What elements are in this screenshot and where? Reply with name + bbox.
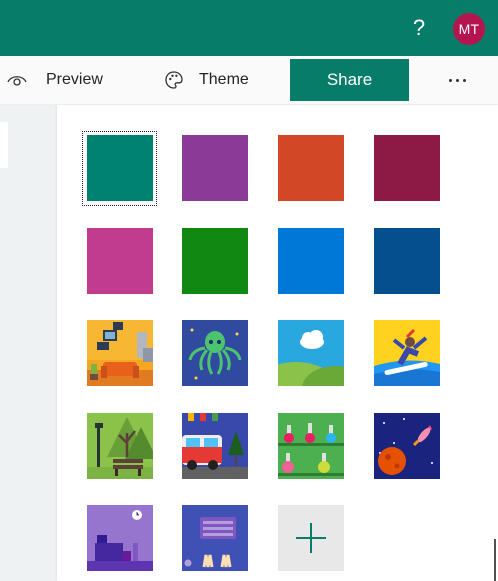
preview-label: Preview — [46, 71, 103, 88]
forest-park-image — [87, 413, 153, 479]
theme-image-forest-park[interactable] — [87, 413, 153, 479]
space-rocket-image — [374, 413, 440, 479]
laboratory-flasks-image — [278, 413, 344, 479]
theme-image-snowboarder[interactable] — [374, 320, 440, 386]
form-canvas-background — [0, 105, 57, 581]
theme-color-magenta[interactable] — [87, 228, 153, 294]
form-card-edge — [0, 122, 8, 168]
theme-color-teal[interactable] — [87, 135, 153, 201]
theme-image-camper-van[interactable] — [182, 413, 248, 479]
user-avatar[interactable]: MT — [453, 13, 485, 45]
octopus-image — [182, 320, 248, 386]
theme-color-navy[interactable] — [374, 228, 440, 294]
theme-image-cloud-landscape[interactable] — [278, 320, 344, 386]
theme-image-living-room[interactable] — [87, 320, 153, 386]
living-room-image — [87, 320, 153, 386]
preview-button[interactable]: Preview — [6, 56, 103, 104]
panel-scrollbar[interactable] — [494, 539, 496, 581]
theme-color-green[interactable] — [182, 228, 248, 294]
theme-image-keyboard[interactable] — [182, 505, 248, 571]
study-desk-image — [87, 505, 153, 571]
theme-image-space-rocket[interactable] — [374, 413, 440, 479]
command-bar: Preview Theme Share — [0, 56, 498, 105]
dot — [448, 78, 452, 82]
more-options-icon[interactable] — [442, 65, 472, 95]
theme-color-purple[interactable] — [182, 135, 248, 201]
dot — [455, 78, 459, 82]
theme-image-study-desk[interactable] — [87, 505, 153, 571]
help-button[interactable]: ? — [408, 12, 430, 44]
theme-color-orange[interactable] — [278, 135, 344, 201]
app-header: ? MT — [0, 0, 498, 56]
share-button[interactable]: Share — [290, 59, 409, 101]
cloud-landscape-image — [278, 320, 344, 386]
theme-image-octopus[interactable] — [182, 320, 248, 386]
palette-icon — [165, 71, 183, 89]
camper-van-image — [182, 413, 248, 479]
theme-button[interactable]: Theme — [163, 56, 249, 104]
snowboarder-image — [374, 320, 440, 386]
add-custom-theme-button[interactable] — [278, 505, 344, 571]
theme-color-blue[interactable] — [278, 228, 344, 294]
dot — [462, 78, 466, 82]
keyboard-image — [182, 505, 248, 571]
question-mark-icon: ? — [412, 15, 426, 40]
theme-image-laboratory[interactable] — [278, 413, 344, 479]
theme-color-crimson[interactable] — [374, 135, 440, 201]
theme-label: Theme — [199, 71, 249, 88]
plus-icon — [296, 523, 326, 553]
eye-icon — [7, 76, 27, 86]
